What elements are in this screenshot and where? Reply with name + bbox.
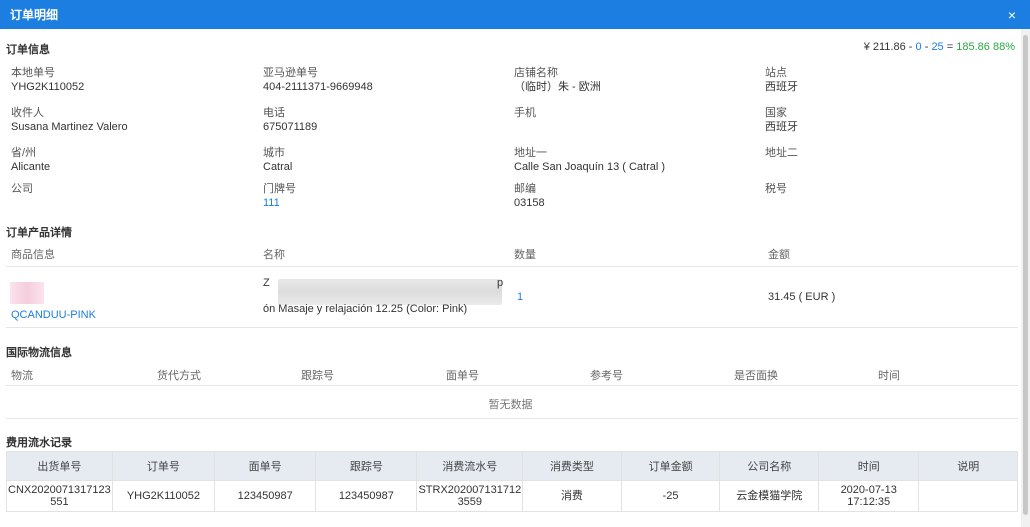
col-product-info: 商品信息: [11, 249, 55, 261]
summary-value2: 25: [931, 41, 944, 53]
cell-tracking-no: 123450987: [315, 480, 418, 512]
col-product-name: 名称: [263, 249, 285, 261]
field-country: 国家 西班牙: [765, 107, 798, 133]
divider: [6, 418, 1018, 419]
col-label-no: 面单号: [214, 451, 317, 481]
divider: [6, 385, 1018, 386]
cell-transaction-no: STRX202007131712 3559: [416, 480, 524, 512]
col-order-no: 订单号: [111, 451, 216, 481]
col-label-no: 面单号: [446, 370, 479, 382]
cell-time: 2020-07-13 17:12:35: [817, 480, 920, 512]
divider: [6, 266, 1018, 267]
col-shipment-no: 出货单号: [6, 451, 113, 481]
field-address1: 地址一 Calle San Joaquín 13 ( Catral ): [514, 147, 666, 173]
col-company-name: 公司名称: [719, 451, 819, 481]
empty-state-text: 暂无数据: [488, 399, 533, 411]
col-logistics: 物流: [11, 370, 33, 382]
product-sku-link[interactable]: QCANDUU-PINK: [11, 309, 96, 321]
field-house-number: 门牌号 111: [263, 183, 296, 209]
field-local-order-no: 本地单号 YHG2K110052: [11, 67, 85, 93]
cell-order-amount: -25: [620, 480, 721, 512]
col-label-changed: 是否面换: [734, 370, 778, 382]
col-transaction-no: 消费流水号: [416, 451, 524, 481]
product-name-line3: ón Masaje y relajación 12.25 (Color: Pin…: [263, 303, 468, 315]
summary-percent: 88%: [992, 41, 1015, 53]
vertical-scrollbar[interactable]: [1021, 29, 1030, 527]
col-quantity: 数量: [514, 249, 536, 261]
table-row: CNX2020071317123 551 YHG2K110052 1234509…: [6, 480, 1018, 512]
col-reference-no: 参考号: [590, 370, 623, 382]
col-amount: 金额: [768, 249, 790, 261]
field-site: 站点 西班牙: [765, 67, 798, 93]
cell-company-name: 云金模猫学院: [719, 480, 819, 512]
field-address2: 地址二: [765, 147, 798, 159]
col-time: 时间: [878, 370, 900, 382]
field-company: 公司: [11, 183, 33, 195]
product-amount: 31.45 ( EUR ): [768, 291, 836, 303]
summary-value1: 0: [915, 41, 922, 53]
field-tax-number: 税号: [765, 183, 787, 195]
blurred-product-name: [278, 279, 502, 305]
col-transaction-type: 消费类型: [522, 451, 622, 481]
field-amazon-order-no: 亚马逊单号 404-2111371-9669948: [263, 67, 373, 93]
col-order-amount: 订单金额: [620, 451, 721, 481]
cell-shipment-no: CNX2020071317123 551: [6, 480, 113, 512]
summary-eq: =: [946, 41, 954, 53]
field-mobile: 手机: [514, 107, 536, 119]
dialog-title: 订单明细: [10, 8, 59, 22]
field-phone: 电话 675071189: [263, 107, 318, 133]
field-city: 城市 Catral: [263, 147, 293, 173]
divider: [6, 327, 1018, 328]
col-tracking-no: 跟踪号: [315, 451, 418, 481]
field-province: 省/州 Alicante: [11, 147, 51, 173]
dialog-titlebar: 订单明细 ×: [0, 0, 1030, 29]
col-forwarding-method: 货代方式: [157, 370, 201, 382]
summary-price: ¥ 211.86: [863, 41, 906, 53]
order-info-title: 订单信息: [6, 44, 50, 56]
cell-transaction-type: 消费: [522, 480, 622, 512]
product-thumbnail[interactable]: [10, 282, 44, 304]
col-tracking-no: 跟踪号: [301, 370, 334, 382]
fees-header-row: 出货单号 订单号 面单号 跟踪号 消费流水号 消费类型 订单金额 公司名称 时间…: [6, 451, 1018, 481]
col-time: 时间: [817, 451, 920, 481]
product-quantity: 1: [517, 291, 524, 303]
fees-table: 出货单号 订单号 面单号 跟踪号 消费流水号 消费类型 订单金额 公司名称 时间…: [6, 451, 1018, 512]
product-name-line1: Z: [263, 277, 270, 289]
field-store-name: 店铺名称 （临时）朱 - 欧洲: [514, 67, 601, 93]
summary-sep2: -: [924, 41, 929, 53]
product-name-line2: p: [497, 277, 504, 289]
scrollbar-thumb[interactable]: [1023, 35, 1028, 515]
summary-sep1: -: [908, 41, 913, 53]
field-postcode: 邮编 03158: [514, 183, 545, 209]
cell-note: [918, 480, 1018, 512]
cell-label-no: 123450987: [214, 480, 317, 512]
logistics-title: 国际物流信息: [6, 347, 72, 359]
order-detail-dialog: 订单明细 × 订单信息 ¥ 211.86 - 0 - 25 = 185.86 8…: [0, 0, 1030, 527]
field-recipient: 收件人 Susana Martinez Valero: [11, 107, 128, 133]
close-icon[interactable]: ×: [1004, 7, 1020, 23]
fees-title: 费用流水记录: [6, 437, 72, 449]
products-title: 订单产品详情: [6, 227, 72, 239]
profit-summary: ¥ 211.86 - 0 - 25 = 185.86 88%: [864, 41, 1015, 53]
cell-order-no: YHG2K110052: [111, 480, 216, 512]
summary-result: 185.86: [956, 41, 990, 53]
dialog-body: 订单信息 ¥ 211.86 - 0 - 25 = 185.86 88% 本地单号…: [0, 29, 1021, 527]
col-note: 说明: [918, 451, 1018, 481]
